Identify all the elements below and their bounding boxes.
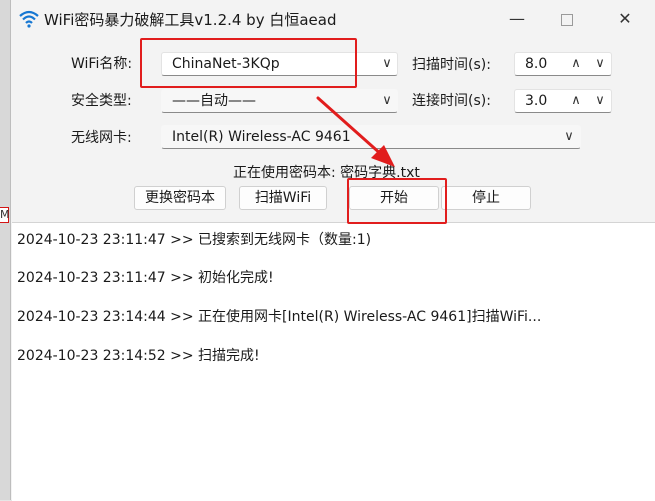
app-window: WiFi密码暴力破解工具v1.2.4 by 白恒aead — ✕ WiFi名称:… (10, 0, 655, 501)
annotation-arrow (316, 96, 395, 167)
background-fragment: M (0, 207, 10, 223)
